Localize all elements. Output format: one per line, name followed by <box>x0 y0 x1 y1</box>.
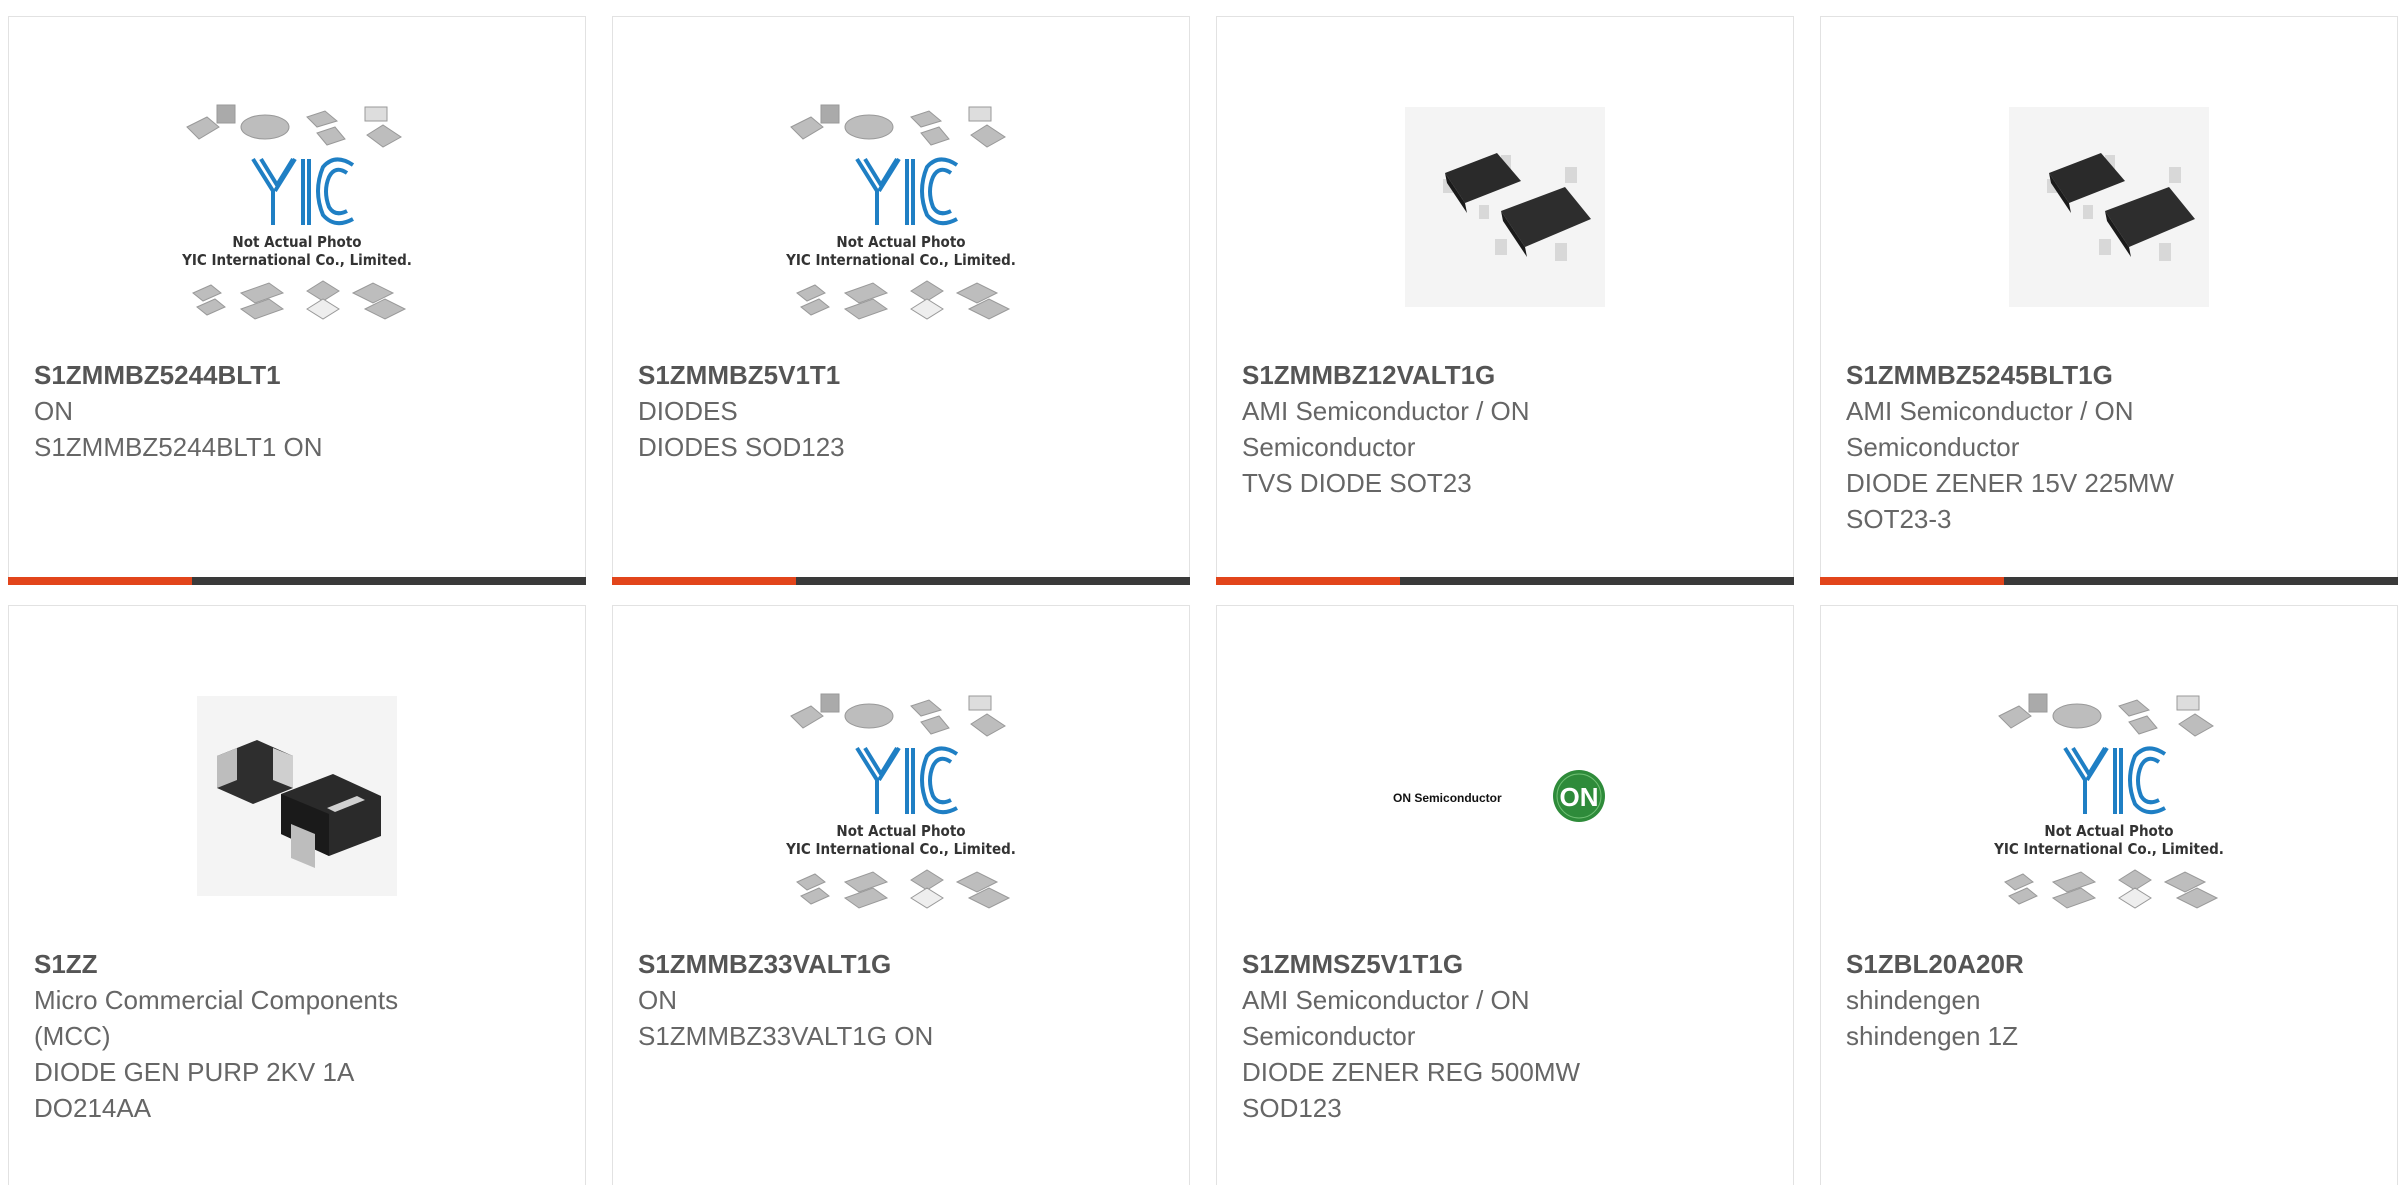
manufacturer: AMI Semiconductor / ON <box>1242 985 1530 1015</box>
product-card[interactable]: S1ZZ Micro Commercial Components (MCC) D… <box>8 605 586 1185</box>
card-accent-bar <box>1820 577 2004 585</box>
product-card[interactable]: Not Actual Photo YIC International Co., … <box>1820 605 2398 1185</box>
product-info: S1ZBL20A20R shindengen shindengen 1Z <box>1846 946 2286 1054</box>
card-accent-bar <box>612 577 796 585</box>
product-card[interactable]: Not Actual Photo YIC International Co., … <box>612 605 1190 1185</box>
product-info: S1ZZ Micro Commercial Components (MCC) D… <box>34 946 474 1126</box>
card-bottom-bar <box>1216 577 1794 585</box>
manufacturer-cont: Semiconductor <box>1846 432 2020 462</box>
description: DIODE ZENER 15V 225MW <box>1846 468 2174 498</box>
card-bottom-bar <box>612 577 1190 585</box>
description: DIODES SOD123 <box>638 432 845 462</box>
sot23-package-image <box>1969 87 2249 327</box>
part-number[interactable]: S1ZMMBZ33VALT1G <box>638 946 1078 982</box>
on-badge-text: ON <box>1560 782 1599 812</box>
description-cont: SOT23-3 <box>1846 504 1952 534</box>
product-grid: Not Actual Photo YIC International Co., … <box>0 0 2400 1185</box>
product-card[interactable]: S1ZMMBZ12VALT1G AMI Semiconductor / ON S… <box>1216 16 1794 585</box>
part-number[interactable]: S1ZMMBZ5V1T1 <box>638 357 1078 393</box>
description: TVS DIODE SOT23 <box>1242 468 1472 498</box>
placeholder-caption-1: Not Actual Photo <box>232 233 361 251</box>
description: DIODE GEN PURP 2KV 1A <box>34 1057 355 1087</box>
on-semiconductor-logo: ON Semiconductor ON <box>1365 676 1645 916</box>
product-info: S1ZMMBZ5V1T1 DIODES DIODES SOD123 <box>638 357 1078 465</box>
manufacturer: AMI Semiconductor / ON <box>1846 396 2134 426</box>
description: DIODE ZENER REG 500MW <box>1242 1057 1581 1087</box>
product-info: S1ZMMSZ5V1T1G AMI Semiconductor / ON Sem… <box>1242 946 1682 1126</box>
manufacturer: DIODES <box>638 396 738 426</box>
description-cont: SOD123 <box>1242 1093 1342 1123</box>
placeholder-caption-1: Not Actual Photo <box>836 233 965 251</box>
part-number[interactable]: S1ZMMBZ12VALT1G <box>1242 357 1682 393</box>
part-number[interactable]: S1ZZ <box>34 946 474 982</box>
product-info: S1ZMMBZ5244BLT1 ON S1ZMMBZ5244BLT1 ON <box>34 357 474 465</box>
part-number[interactable]: S1ZBL20A20R <box>1846 946 2286 982</box>
sot23-package-image <box>1365 87 1645 327</box>
product-card[interactable]: S1ZMMBZ5245BLT1G AMI Semiconductor / ON … <box>1820 16 2398 585</box>
yic-placeholder-image: Not Actual Photo YIC International Co., … <box>157 87 437 327</box>
placeholder-caption-2: YIC International Co., Limited. <box>1993 840 2224 858</box>
product-info: S1ZMMBZ33VALT1G ON S1ZMMBZ33VALT1G ON <box>638 946 1078 1054</box>
part-number[interactable]: S1ZMMSZ5V1T1G <box>1242 946 1682 982</box>
part-number[interactable]: S1ZMMBZ5245BLT1G <box>1846 357 2286 393</box>
manufacturer: ON <box>34 396 73 426</box>
smd-diode-package-image <box>157 676 437 916</box>
product-card[interactable]: ON Semiconductor ON S1ZMMSZ5V1T1G AMI Se… <box>1216 605 1794 1185</box>
on-wordmark: ON Semiconductor <box>1393 791 1502 805</box>
card-bottom-bar <box>1820 577 2398 585</box>
manufacturer: Micro Commercial Components <box>34 985 399 1015</box>
manufacturer: shindengen <box>1846 985 1981 1015</box>
description-cont: DO214AA <box>34 1093 152 1123</box>
description: shindengen 1Z <box>1846 1021 2019 1051</box>
description: S1ZMMBZ33VALT1G ON <box>638 1021 934 1051</box>
manufacturer-cont: (MCC) <box>34 1021 111 1051</box>
manufacturer-cont: Semiconductor <box>1242 432 1416 462</box>
part-number[interactable]: S1ZMMBZ5244BLT1 <box>34 357 474 393</box>
placeholder-caption-2: YIC International Co., Limited. <box>785 251 1016 269</box>
placeholder-caption-2: YIC International Co., Limited. <box>785 840 1016 858</box>
placeholder-caption-1: Not Actual Photo <box>2044 822 2173 840</box>
card-accent-bar <box>1216 577 1400 585</box>
product-info: S1ZMMBZ5245BLT1G AMI Semiconductor / ON … <box>1846 357 2286 537</box>
card-bottom-bar <box>8 577 586 585</box>
manufacturer-cont: Semiconductor <box>1242 1021 1416 1051</box>
manufacturer: ON <box>638 985 677 1015</box>
description: S1ZMMBZ5244BLT1 ON <box>34 432 323 462</box>
placeholder-caption-2: YIC International Co., Limited. <box>181 251 412 269</box>
manufacturer: AMI Semiconductor / ON <box>1242 396 1530 426</box>
product-info: S1ZMMBZ12VALT1G AMI Semiconductor / ON S… <box>1242 357 1682 501</box>
yic-placeholder-image: Not Actual Photo YIC International Co., … <box>761 87 1041 327</box>
product-card[interactable]: Not Actual Photo YIC International Co., … <box>612 16 1190 585</box>
yic-placeholder-image: Not Actual Photo YIC International Co., … <box>1969 676 2249 916</box>
product-card[interactable]: Not Actual Photo YIC International Co., … <box>8 16 586 585</box>
yic-placeholder-image: Not Actual Photo YIC International Co., … <box>761 676 1041 916</box>
placeholder-caption-1: Not Actual Photo <box>836 822 965 840</box>
card-accent-bar <box>8 577 192 585</box>
